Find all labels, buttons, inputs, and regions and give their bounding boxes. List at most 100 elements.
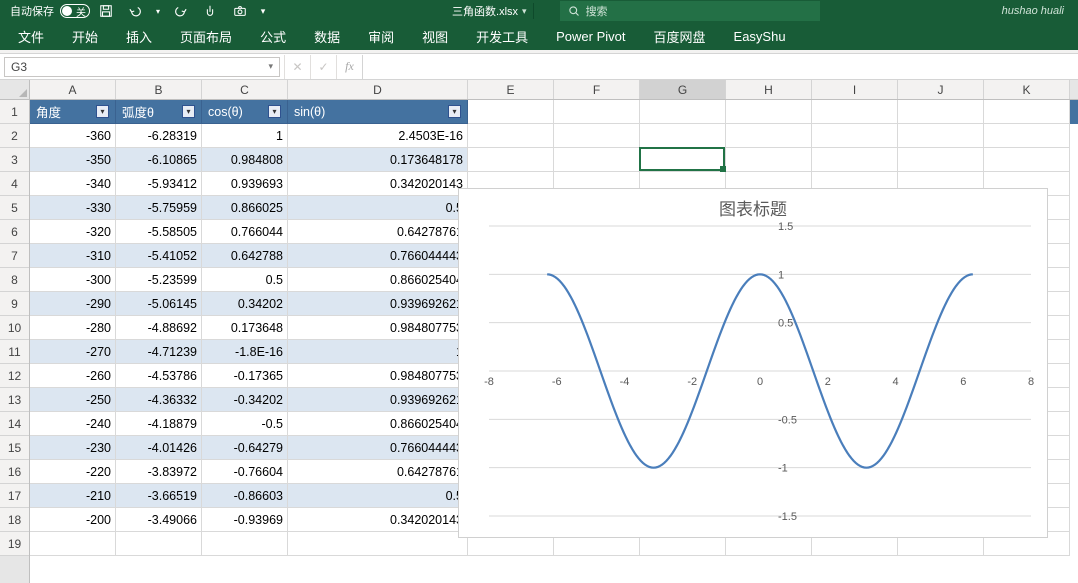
cell-K1[interactable] (984, 100, 1070, 124)
cell-D2[interactable]: 2.4503E-16 (288, 124, 468, 148)
ribbon-tab-开始[interactable]: 开始 (58, 22, 112, 50)
cell-C2[interactable]: 1 (202, 124, 288, 148)
filter-dropdown-icon[interactable]: ▾ (182, 105, 195, 118)
row-header-14[interactable]: 14 (0, 412, 29, 436)
cell-H2[interactable] (726, 124, 812, 148)
cell-A16[interactable]: -220 (30, 460, 116, 484)
account-name[interactable]: hushao huali (1002, 5, 1078, 17)
cell-D5[interactable]: 0.5 (288, 196, 468, 220)
cell-C5[interactable]: 0.866025 (202, 196, 288, 220)
cell-B10[interactable]: -4.88692 (116, 316, 202, 340)
filter-dropdown-icon[interactable]: ▾ (268, 105, 281, 118)
cell-A19[interactable] (30, 532, 116, 556)
cell-C14[interactable]: -0.5 (202, 412, 288, 436)
cell-A5[interactable]: -330 (30, 196, 116, 220)
cell-B8[interactable]: -5.23599 (116, 268, 202, 292)
cell-D13[interactable]: 0.939692621 (288, 388, 468, 412)
table-header-弧度θ[interactable]: 弧度θ▾ (116, 100, 202, 124)
table-header-cos(θ)[interactable]: cos(θ)▾ (202, 100, 288, 124)
cell-E2[interactable] (468, 124, 554, 148)
cell-B2[interactable]: -6.28319 (116, 124, 202, 148)
cell-A14[interactable]: -240 (30, 412, 116, 436)
row-header-6[interactable]: 6 (0, 220, 29, 244)
cell-B11[interactable]: -4.71239 (116, 340, 202, 364)
cell-A9[interactable]: -290 (30, 292, 116, 316)
cell-C17[interactable]: -0.86603 (202, 484, 288, 508)
cell-J2[interactable] (898, 124, 984, 148)
cell-D12[interactable]: 0.984807753 (288, 364, 468, 388)
chart-title[interactable]: 图表标题 (459, 189, 1047, 222)
cell-D18[interactable]: 0.342020143 (288, 508, 468, 532)
cell-A8[interactable]: -300 (30, 268, 116, 292)
row-header-7[interactable]: 7 (0, 244, 29, 268)
column-header-K[interactable]: K (984, 80, 1070, 99)
cell-B6[interactable]: -5.58505 (116, 220, 202, 244)
table-header-角度[interactable]: 角度▾ (30, 100, 116, 124)
cell-D10[interactable]: 0.984807753 (288, 316, 468, 340)
cell-B17[interactable]: -3.66519 (116, 484, 202, 508)
cell-D19[interactable] (288, 532, 468, 556)
cell-H3[interactable] (726, 148, 812, 172)
column-header-H[interactable]: H (726, 80, 812, 99)
cell-G2[interactable] (640, 124, 726, 148)
cell-C16[interactable]: -0.76604 (202, 460, 288, 484)
camera-icon[interactable] (226, 0, 254, 22)
cell-D7[interactable]: 0.766044443 (288, 244, 468, 268)
row-header-1[interactable]: 1 (0, 100, 29, 124)
redo-icon[interactable] (166, 0, 194, 22)
column-header-A[interactable]: A (30, 80, 116, 99)
cell-D8[interactable]: 0.866025404 (288, 268, 468, 292)
cell-B3[interactable]: -6.10865 (116, 148, 202, 172)
cell-C4[interactable]: 0.939693 (202, 172, 288, 196)
cell-G3[interactable] (640, 148, 726, 172)
cell-C11[interactable]: -1.8E-16 (202, 340, 288, 364)
cell-C7[interactable]: 0.642788 (202, 244, 288, 268)
cell-D16[interactable]: 0.64278761 (288, 460, 468, 484)
cell-B14[interactable]: -4.18879 (116, 412, 202, 436)
cell-A11[interactable]: -270 (30, 340, 116, 364)
cell-I2[interactable] (812, 124, 898, 148)
undo-dropdown-icon[interactable]: ▾ (152, 0, 164, 22)
cell-B4[interactable]: -5.93412 (116, 172, 202, 196)
cell-D17[interactable]: 0.5 (288, 484, 468, 508)
ribbon-tab-审阅[interactable]: 审阅 (354, 22, 408, 50)
column-header-D[interactable]: D (288, 80, 468, 99)
title-dropdown-icon[interactable]: ▾ (522, 6, 527, 17)
cell-B16[interactable]: -3.83972 (116, 460, 202, 484)
cell-A4[interactable]: -340 (30, 172, 116, 196)
save-icon[interactable] (92, 0, 120, 22)
cell-H1[interactable] (726, 100, 812, 124)
cell-A2[interactable]: -360 (30, 124, 116, 148)
cell-A12[interactable]: -260 (30, 364, 116, 388)
cell-A7[interactable]: -310 (30, 244, 116, 268)
cell-B5[interactable]: -5.75959 (116, 196, 202, 220)
ribbon-tab-文件[interactable]: 文件 (4, 22, 58, 50)
cell-E1[interactable] (468, 100, 554, 124)
qat-customize-icon[interactable]: ▾ (256, 0, 270, 22)
ribbon-tab-EasyShu[interactable]: EasyShu (720, 22, 800, 50)
confirm-formula-button[interactable]: ✓ (310, 55, 336, 79)
cell-A6[interactable]: -320 (30, 220, 116, 244)
autosave-toggle[interactable]: 关 (60, 4, 90, 18)
row-header-18[interactable]: 18 (0, 508, 29, 532)
chart-object[interactable]: 图表标题 -8-6-4-202468-1.5-1-0.50.511.5 (458, 188, 1048, 538)
column-header-F[interactable]: F (554, 80, 640, 99)
cell-I3[interactable] (812, 148, 898, 172)
column-header-I[interactable]: I (812, 80, 898, 99)
cell-K2[interactable] (984, 124, 1070, 148)
cell-B12[interactable]: -4.53786 (116, 364, 202, 388)
row-header-10[interactable]: 10 (0, 316, 29, 340)
cell-B9[interactable]: -5.06145 (116, 292, 202, 316)
cell-C13[interactable]: -0.34202 (202, 388, 288, 412)
cell-C19[interactable] (202, 532, 288, 556)
cell-G1[interactable] (640, 100, 726, 124)
row-header-3[interactable]: 3 (0, 148, 29, 172)
undo-icon[interactable] (122, 0, 150, 22)
table-header-sin(θ)[interactable]: sin(θ)▾ (288, 100, 468, 124)
cell-D4[interactable]: 0.342020143 (288, 172, 468, 196)
cell-C3[interactable]: 0.984808 (202, 148, 288, 172)
cell-J1[interactable] (898, 100, 984, 124)
ribbon-tab-百度网盘[interactable]: 百度网盘 (640, 22, 720, 50)
cell-I1[interactable] (812, 100, 898, 124)
ribbon-tab-视图[interactable]: 视图 (408, 22, 462, 50)
